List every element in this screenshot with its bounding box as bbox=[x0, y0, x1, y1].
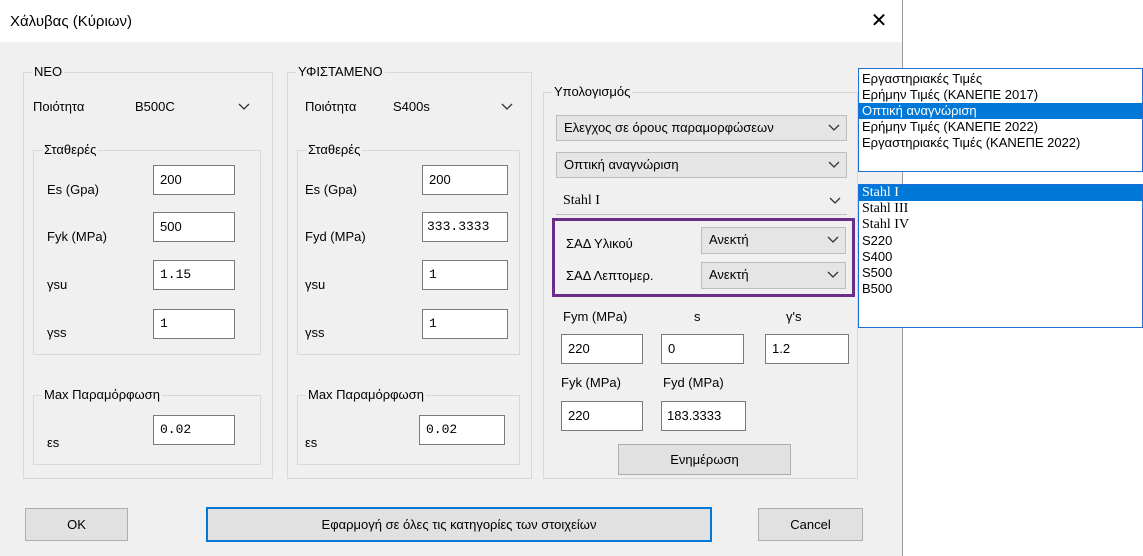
list-item[interactable]: Ερήμην Τιμές (ΚΑΝΕΠΕ 2022) bbox=[859, 119, 1142, 135]
sad-detail-label: ΣΑΔ Λεπτομερ. bbox=[566, 268, 654, 283]
fyk-input[interactable]: 220 bbox=[561, 401, 643, 431]
assessment-method-select[interactable]: Οπτική αναγνώριση bbox=[556, 152, 847, 178]
existing-gss-label: γss bbox=[305, 325, 325, 340]
list-item[interactable]: S500 bbox=[859, 265, 1142, 281]
new-gss-input[interactable]: 1 bbox=[153, 309, 235, 339]
fym-label: Fym (MPa) bbox=[563, 309, 628, 324]
existing-fyd-label: Fyd (MPa) bbox=[305, 229, 366, 244]
list-item[interactable]: Ερήμην Τιμές (ΚΑΝΕΠΕ 2017) bbox=[859, 87, 1142, 103]
existing-maxdef-legend: Max Παραμόρφωση bbox=[306, 387, 426, 402]
list-item[interactable]: S400 bbox=[859, 249, 1142, 265]
existing-quality-select[interactable]: S400s bbox=[386, 95, 519, 121]
chevron-down-icon bbox=[501, 103, 513, 110]
assessment-method-dropdown-list: Εργαστηριακές Τιμές Ερήμην Τιμές (ΚΑΝΕΠΕ… bbox=[858, 68, 1143, 172]
fyd-label: Fyd (MPa) bbox=[663, 375, 724, 390]
steel-dialog: Χάλυβας (Κύριων) ✕ ΝΕΟ Ποιότητα B500C Στ… bbox=[0, 0, 903, 556]
new-constants-legend: Σταθερές bbox=[42, 142, 99, 157]
existing-quality-label: Ποιότητα bbox=[305, 99, 357, 114]
existing-epsilon-input[interactable]: 0.02 bbox=[419, 415, 505, 445]
existing-group-legend: ΥΦΙΣΤΑΜΕΝΟ bbox=[296, 64, 385, 79]
new-quality-label: Ποιότητα bbox=[33, 99, 85, 114]
existing-quality-value: S400s bbox=[393, 99, 430, 114]
existing-es-label: Es (Gpa) bbox=[305, 182, 358, 197]
new-group-legend: ΝΕΟ bbox=[32, 64, 65, 79]
new-es-label: Es (Gpa) bbox=[47, 182, 100, 197]
sad-detail-select[interactable]: Ανεκτή bbox=[701, 262, 846, 289]
new-gsu-label: γsu bbox=[47, 277, 68, 292]
list-item[interactable]: Stahl III bbox=[859, 201, 1142, 217]
gamma-s-label: γ's bbox=[786, 309, 802, 324]
chevron-down-icon bbox=[829, 197, 841, 204]
list-item-selected[interactable]: Οπτική αναγνώριση bbox=[859, 103, 1142, 119]
list-item[interactable]: Stahl IV bbox=[859, 217, 1142, 233]
sad-material-select[interactable]: Ανεκτή bbox=[701, 227, 846, 254]
list-item[interactable]: Εργαστηριακές Τιμές bbox=[859, 71, 1142, 87]
fyk-label: Fyk (MPa) bbox=[561, 375, 621, 390]
apply-all-button[interactable]: Εφαρμογή σε όλες τις κατηγορίες των στοι… bbox=[206, 507, 712, 542]
close-icon[interactable]: ✕ bbox=[856, 0, 902, 42]
existing-gsu-label: γsu bbox=[305, 277, 326, 292]
sad-material-value: Ανεκτή bbox=[709, 232, 749, 247]
s-input[interactable]: 0 bbox=[661, 334, 744, 364]
check-mode-select[interactable]: Ελεγχος σε όρους παραμορφώσεων bbox=[556, 115, 847, 141]
existing-gsu-input[interactable]: 1 bbox=[422, 260, 508, 290]
new-gsu-input[interactable]: 1.15 bbox=[153, 260, 235, 290]
existing-es-input[interactable]: 200 bbox=[422, 165, 508, 195]
chevron-down-icon bbox=[827, 236, 839, 243]
new-fyk-label: Fyk (MPa) bbox=[47, 229, 107, 244]
fym-input[interactable]: 220 bbox=[561, 334, 643, 364]
existing-epsilon-label: εs bbox=[305, 435, 318, 450]
cancel-button[interactable]: Cancel bbox=[758, 508, 863, 541]
new-quality-value: B500C bbox=[135, 99, 175, 114]
ok-button[interactable]: OK bbox=[25, 508, 128, 541]
chevron-down-icon bbox=[828, 161, 840, 168]
list-item[interactable]: B500 bbox=[859, 281, 1142, 297]
new-quality-select[interactable]: B500C bbox=[128, 95, 256, 121]
s-label: s bbox=[694, 309, 701, 324]
list-item-selected[interactable]: Stahl I bbox=[859, 185, 1142, 201]
sad-detail-value: Ανεκτή bbox=[709, 267, 749, 282]
new-epsilon-label: εs bbox=[47, 435, 60, 450]
assessment-method-value: Οπτική αναγνώριση bbox=[564, 157, 679, 172]
new-epsilon-input[interactable]: 0.02 bbox=[153, 415, 235, 445]
chevron-down-icon bbox=[238, 103, 250, 110]
existing-gss-input[interactable]: 1 bbox=[422, 309, 508, 339]
window-title: Χάλυβας (Κύριων) bbox=[10, 13, 132, 30]
chevron-down-icon bbox=[828, 124, 840, 131]
new-fyk-input[interactable]: 500 bbox=[153, 212, 235, 242]
chevron-down-icon bbox=[827, 271, 839, 278]
list-item[interactable]: S220 bbox=[859, 233, 1142, 249]
list-item[interactable]: Εργαστηριακές Τιμές (ΚΑΝΕΠΕ 2022) bbox=[859, 135, 1142, 151]
steel-type-select[interactable]: Stahl I bbox=[556, 189, 847, 215]
update-button[interactable]: Ενημέρωση bbox=[618, 444, 791, 475]
steel-type-value: Stahl I bbox=[563, 193, 600, 208]
existing-fyd-input[interactable]: 333.3333 bbox=[422, 212, 508, 242]
new-gss-label: γss bbox=[47, 325, 67, 340]
new-es-input[interactable]: 200 bbox=[153, 165, 235, 195]
check-mode-value: Ελεγχος σε όρους παραμορφώσεων bbox=[564, 120, 774, 135]
title-bar: Χάλυβας (Κύριων) ✕ bbox=[0, 0, 902, 42]
new-maxdef-legend: Max Παραμόρφωση bbox=[42, 387, 162, 402]
existing-constants-legend: Σταθερές bbox=[306, 142, 363, 157]
sad-material-label: ΣΑΔ Υλικού bbox=[566, 236, 633, 251]
gamma-s-input[interactable]: 1.2 bbox=[765, 334, 849, 364]
steel-type-dropdown-list: Stahl I Stahl III Stahl IV S220 S400 S50… bbox=[858, 184, 1143, 328]
calc-group-legend: Υπολογισμός bbox=[552, 84, 633, 99]
fyd-input[interactable]: 183.3333 bbox=[661, 401, 746, 431]
